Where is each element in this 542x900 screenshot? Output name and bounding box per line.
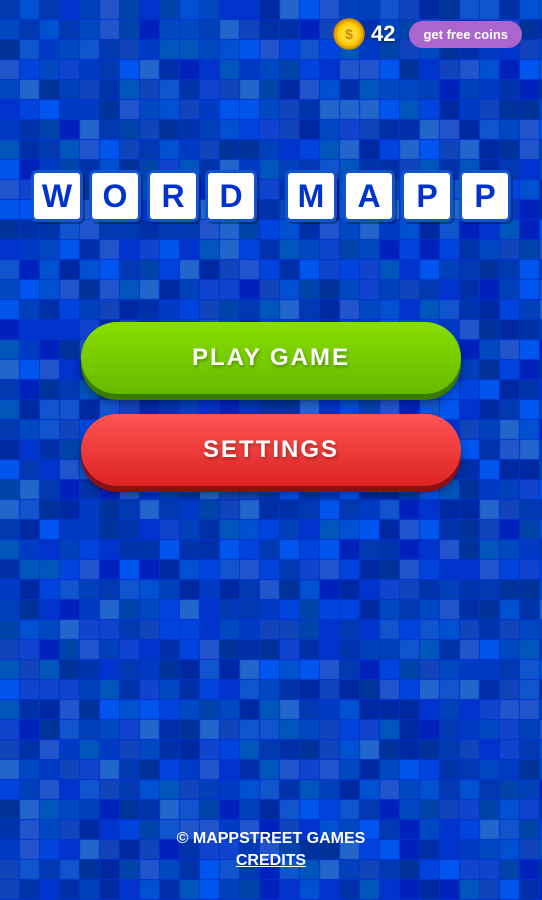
settings-button[interactable]: SETTINGS [81, 414, 461, 486]
svg-text:$: $ [345, 26, 353, 42]
title-letter-d: D [205, 170, 257, 222]
coin-icon: $ [333, 18, 365, 50]
title-letter-o: O [89, 170, 141, 222]
title-letter-p2: P [459, 170, 511, 222]
title-letter-a: A [343, 170, 395, 222]
credits-link[interactable]: CREDITS [0, 852, 542, 870]
get-free-coins-button[interactable]: get free coins [409, 21, 522, 48]
coin-area: $ 42 get free coins [333, 18, 522, 50]
main-buttons: PLAY GAME SETTINGS [0, 322, 542, 486]
title-letter-w: W [31, 170, 83, 222]
coin-count: 42 [371, 21, 395, 47]
title-letter-p1: P [401, 170, 453, 222]
title-letter-m: M [285, 170, 337, 222]
play-game-button[interactable]: PLAY GAME [81, 322, 461, 394]
top-bar: $ 42 get free coins [0, 0, 542, 50]
footer: © MAPPSTREET GAMES CREDITS [0, 830, 542, 870]
company-name: © MAPPSTREET GAMES [0, 830, 542, 848]
game-title: W O R D M A P P [11, 170, 531, 222]
title-letter-r: R [147, 170, 199, 222]
